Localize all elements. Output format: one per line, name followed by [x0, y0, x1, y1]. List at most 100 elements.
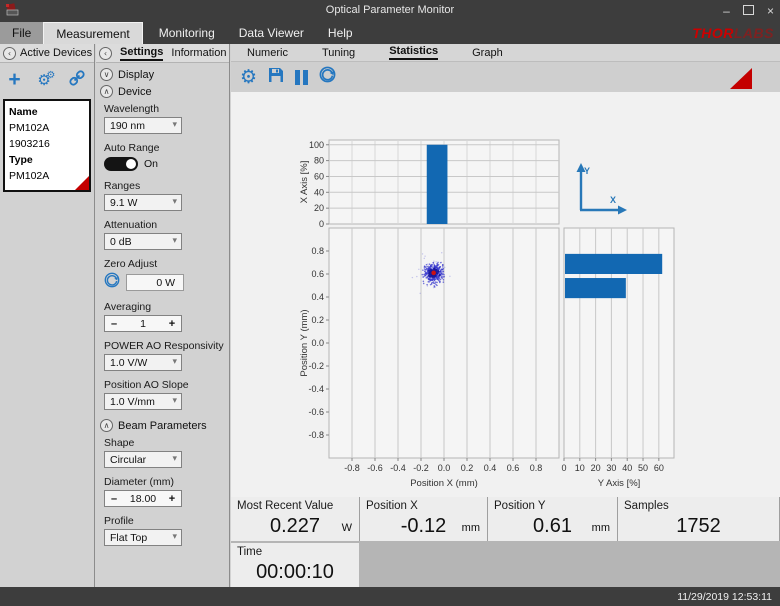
auto-range-toggle[interactable]	[104, 157, 138, 171]
svg-text:100: 100	[309, 140, 324, 150]
svg-text:10: 10	[575, 463, 585, 473]
thorlabs-logo: THORLABS	[692, 25, 774, 41]
status-datetime: 11/29/2019 12:53:11	[677, 591, 772, 603]
dropdown-arrow-icon: ▾	[172, 532, 177, 542]
reset-icon	[104, 272, 120, 288]
dropdown-arrow-icon: ▾	[172, 454, 177, 464]
window-title: Optical Parameter Monitor	[0, 4, 780, 16]
link-icon	[68, 69, 86, 87]
svg-text:40: 40	[622, 463, 632, 473]
profile-select[interactable]: Flat Top ▾	[104, 529, 182, 546]
auto-range-label: Auto Range	[104, 142, 229, 154]
tab-information[interactable]: Information	[171, 47, 226, 59]
minimize-button[interactable]: –	[721, 5, 732, 17]
decrement-button[interactable]: –	[105, 493, 123, 505]
save-button[interactable]	[268, 67, 284, 88]
svg-text:40: 40	[314, 187, 324, 197]
svg-text:X: X	[610, 195, 616, 205]
svg-text:0.4: 0.4	[484, 463, 497, 473]
device-settings-button[interactable]: ⚙⚙	[37, 72, 50, 88]
device-type-value: PM102A	[9, 168, 85, 184]
svg-text:-0.6: -0.6	[367, 463, 383, 473]
tab-settings[interactable]: Settings	[120, 46, 163, 61]
increment-button[interactable]: +	[163, 493, 181, 505]
chart-settings-button[interactable]: ⚙	[240, 68, 257, 87]
svg-text:Position X (mm): Position X (mm)	[410, 478, 478, 489]
menu-help[interactable]: Help	[316, 22, 365, 44]
power-ao-select[interactable]: 1.0 V/W ▾	[104, 354, 182, 371]
toggle-knob	[126, 159, 136, 169]
menu-data-viewer[interactable]: Data Viewer	[227, 22, 316, 44]
maximize-button[interactable]	[743, 5, 754, 17]
reset-icon	[319, 66, 336, 83]
menu-monitoring[interactable]: Monitoring	[147, 22, 227, 44]
section-display[interactable]: ∨ Display	[100, 67, 229, 82]
time-row: Time 00:00:10	[231, 543, 780, 587]
svg-text:0.2: 0.2	[461, 463, 474, 473]
close-button[interactable]: ×	[765, 5, 776, 17]
svg-text:Y Axis [%]: Y Axis [%]	[598, 478, 641, 489]
svg-text:20: 20	[591, 463, 601, 473]
device-name-value: PM102A 1903216	[9, 120, 85, 152]
collapse-panel-icon[interactable]: ‹	[3, 47, 16, 60]
position-x-card: Position X -0.12 mm	[360, 497, 487, 541]
svg-text:-0.4: -0.4	[390, 463, 406, 473]
status-bar: 11/29/2019 12:53:11	[0, 587, 780, 606]
diameter-stepper: – 18.00 +	[104, 490, 182, 507]
profile-label: Profile	[104, 515, 229, 527]
save-icon	[268, 67, 284, 83]
measurement-tab-bar: Numeric Tuning Statistics Graph	[231, 44, 780, 62]
svg-text:50: 50	[638, 463, 648, 473]
dropdown-arrow-icon: ▾	[172, 236, 177, 246]
svg-text:X Axis [%]: X Axis [%]	[299, 161, 310, 204]
tab-graph[interactable]: Graph	[472, 47, 503, 59]
collapse-panel-icon[interactable]: ‹	[99, 47, 112, 60]
svg-text:-0.2: -0.2	[413, 463, 429, 473]
tab-statistics[interactable]: Statistics	[389, 45, 438, 60]
decrement-button[interactable]: –	[105, 318, 123, 330]
chevron-up-icon: ∧	[100, 85, 113, 98]
menu-measurement[interactable]: Measurement	[43, 22, 142, 44]
shape-label: Shape	[104, 437, 229, 449]
increment-button[interactable]: +	[163, 318, 181, 330]
time-card: Time 00:00:10	[231, 543, 359, 587]
tab-tuning[interactable]: Tuning	[322, 47, 355, 59]
reset-button[interactable]	[319, 66, 336, 88]
svg-text:0.0: 0.0	[311, 338, 324, 348]
svg-text:-0.4: -0.4	[308, 384, 324, 394]
diameter-label: Diameter (mm)	[104, 476, 229, 488]
dropdown-arrow-icon: ▾	[172, 357, 177, 367]
most-recent-value: 0.227	[231, 515, 359, 538]
svg-text:0.2: 0.2	[311, 315, 324, 325]
shape-select[interactable]: Circular ▾	[104, 451, 182, 468]
section-device[interactable]: ∧ Device	[100, 84, 229, 99]
statistics-toolbar: ⚙	[231, 62, 780, 92]
section-beam-parameters[interactable]: ∧ Beam Parameters	[100, 418, 229, 433]
zero-adjust-field[interactable]: 0 W	[126, 274, 184, 291]
svg-text:-0.8: -0.8	[308, 430, 324, 440]
svg-text:-0.6: -0.6	[308, 407, 324, 417]
diameter-value[interactable]: 18.00	[123, 493, 163, 505]
tab-numeric[interactable]: Numeric	[247, 47, 288, 59]
averaging-value[interactable]: 1	[123, 318, 163, 330]
connect-device-button[interactable]	[68, 69, 86, 92]
add-device-button[interactable]: +	[8, 70, 20, 90]
menu-file[interactable]: File	[0, 22, 43, 44]
svg-text:-0.8: -0.8	[344, 463, 360, 473]
wavelength-label: Wavelength	[104, 103, 229, 115]
ranges-select[interactable]: 9.1 W ▾	[104, 194, 182, 211]
device-card-fold-icon	[75, 176, 89, 190]
position-ao-select[interactable]: 1.0 V/mm ▾	[104, 393, 182, 410]
zero-adjust-button[interactable]	[104, 272, 120, 293]
svg-text:0.4: 0.4	[311, 292, 324, 302]
pause-button[interactable]	[295, 70, 308, 85]
svg-text:Y: Y	[584, 166, 590, 176]
device-card[interactable]: Name PM102A 1903216 Type PM102A	[3, 99, 91, 192]
svg-text:0.8: 0.8	[530, 463, 543, 473]
position-y-card: Position Y 0.61 mm	[488, 497, 617, 541]
zero-adjust-label: Zero Adjust	[104, 258, 229, 270]
svg-text:30: 30	[606, 463, 616, 473]
attenuation-select[interactable]: 0 dB ▾	[104, 233, 182, 250]
wavelength-select[interactable]: 190 nm ▾	[104, 117, 182, 134]
gear-icon: ⚙	[46, 68, 55, 84]
